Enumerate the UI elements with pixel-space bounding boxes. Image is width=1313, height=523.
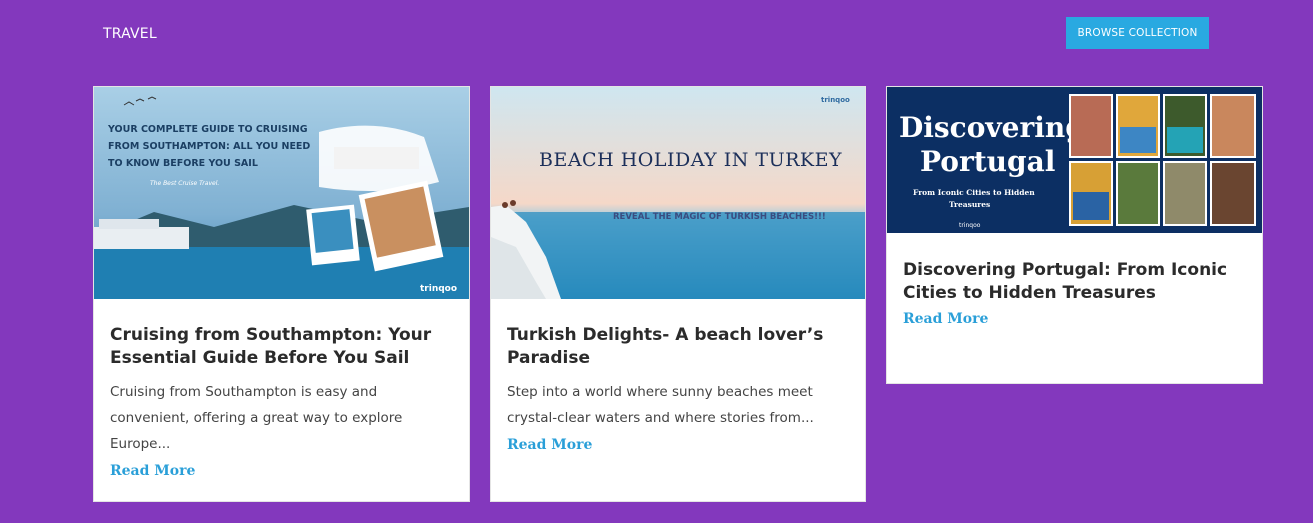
- beach-image-graphic: BEACH HOLIDAY IN TURKEY REVEAL THE MAGIC…: [491, 87, 865, 299]
- post-title[interactable]: Discovering Portugal: From Iconic Cities…: [903, 259, 1246, 305]
- cruise-image-graphic: YOUR COMPLETE GUIDE TO CRUISING FROM SOU…: [94, 87, 469, 299]
- post-card-turkey: BEACH HOLIDAY IN TURKEY REVEAL THE MAGIC…: [490, 86, 866, 502]
- post-image-portugal[interactable]: Discovering Portugal From Iconic Cities …: [887, 87, 1262, 233]
- svg-text:BEACH HOLIDAY IN TURKEY: BEACH HOLIDAY IN TURKEY: [539, 149, 842, 171]
- svg-text:Discovering: Discovering: [899, 111, 1085, 144]
- read-more-link[interactable]: Read More: [507, 437, 592, 453]
- post-title[interactable]: Cruising from Southampton: Your Essentia…: [110, 324, 453, 370]
- read-more-link[interactable]: Read More: [903, 311, 988, 327]
- portugal-image-graphic: Discovering Portugal From Iconic Cities …: [887, 87, 1262, 233]
- svg-text:trinqoo: trinqoo: [420, 284, 457, 294]
- post-excerpt: Cruising from Southampton is easy and co…: [110, 384, 403, 452]
- svg-text:The Best Cruise Travel.: The Best Cruise Travel.: [150, 180, 219, 187]
- svg-text:From Iconic Cities to Hidden: From Iconic Cities to Hidden: [913, 188, 1035, 197]
- svg-text:YOUR COMPLETE GUIDE TO CRUISIN: YOUR COMPLETE GUIDE TO CRUISING: [107, 124, 308, 135]
- svg-text:FROM SOUTHAMPTON: ALL YOU NEED: FROM SOUTHAMPTON: ALL YOU NEED: [108, 141, 310, 152]
- post-image-turkey[interactable]: BEACH HOLIDAY IN TURKEY REVEAL THE MAGIC…: [491, 87, 865, 299]
- post-excerpt: Step into a world where sunny beaches me…: [507, 384, 814, 426]
- svg-text:REVEAL THE MAGIC OF TURKISH BE: REVEAL THE MAGIC OF TURKISH BEACHES!!!: [613, 212, 826, 222]
- post-title[interactable]: Turkish Delights- A beach lover’s Paradi…: [507, 324, 849, 370]
- svg-text:Treasures: Treasures: [949, 200, 990, 209]
- read-more-link[interactable]: Read More: [110, 463, 195, 479]
- svg-text:Portugal: Portugal: [920, 145, 1055, 178]
- browse-collection-button[interactable]: BROWSE COLLECTION: [1066, 17, 1209, 49]
- svg-text:TO KNOW BEFORE YOU SAIL: TO KNOW BEFORE YOU SAIL: [108, 158, 258, 169]
- post-card-portugal: Discovering Portugal From Iconic Cities …: [886, 86, 1263, 384]
- svg-text:trinqoo: trinqoo: [959, 222, 981, 229]
- svg-text:trinqoo: trinqoo: [821, 96, 850, 104]
- post-image-cruising[interactable]: YOUR COMPLETE GUIDE TO CRUISING FROM SOU…: [94, 87, 469, 299]
- post-card-cruising: YOUR COMPLETE GUIDE TO CRUISING FROM SOU…: [93, 86, 470, 502]
- section-title: TRAVEL: [103, 26, 157, 42]
